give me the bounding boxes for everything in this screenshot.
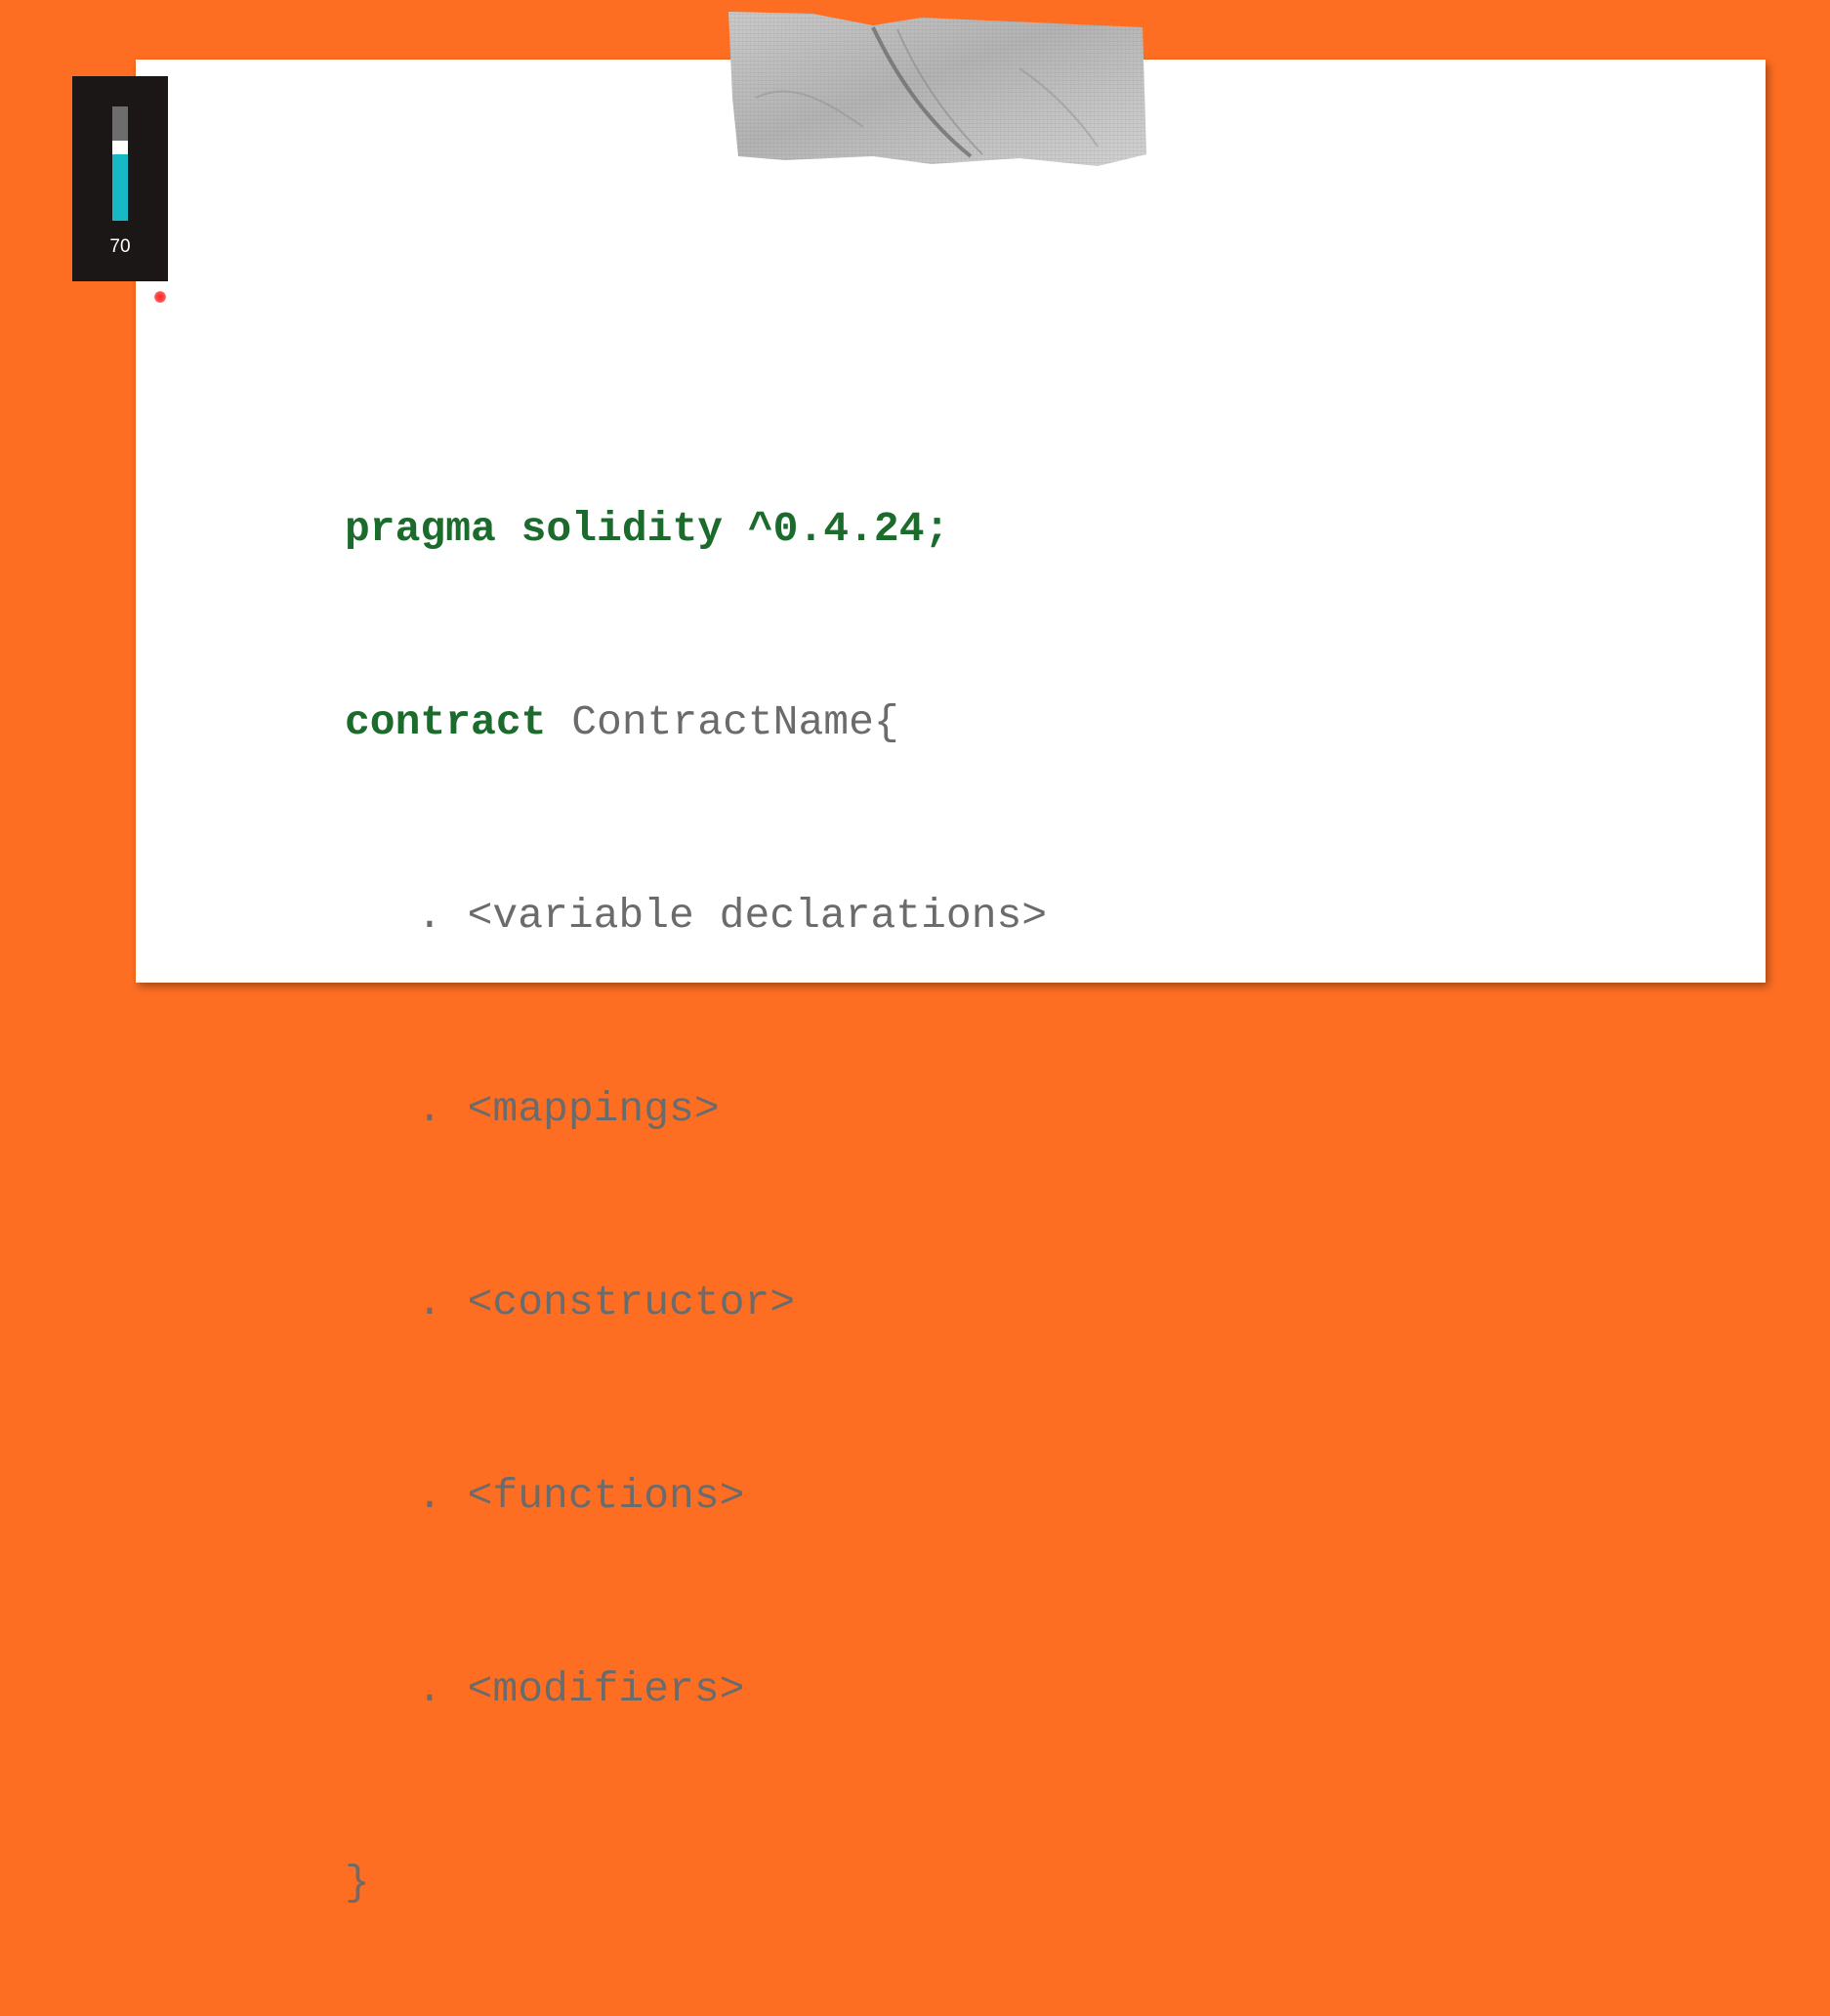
list-item: . <modifiers> (417, 1665, 745, 1713)
contract-keyword: contract (345, 698, 547, 746)
code-block: pragma solidity ^0.4.24; contract Contra… (345, 368, 1047, 2016)
volume-track (112, 106, 128, 221)
volume-thumb (112, 141, 128, 154)
contract-line: contract ContractName{ (345, 691, 1047, 755)
list-item: . <variable declarations> (417, 892, 1048, 940)
volume-value: 70 (109, 236, 131, 257)
pointer-dot (154, 291, 166, 303)
volume-fill (112, 154, 128, 221)
list-item: . <mappings> (417, 1085, 720, 1133)
tape-image (728, 12, 1146, 166)
list-item: . <functions> (417, 1472, 745, 1520)
list-item: . <constructor> (417, 1279, 796, 1326)
volume-indicator: 70 (72, 76, 168, 281)
closing-brace: } (345, 1859, 370, 1907)
slide-paper: pragma solidity ^0.4.24; contract Contra… (136, 60, 1766, 1907)
contract-name: ContractName{ (571, 698, 899, 746)
pragma-line: pragma solidity ^0.4.24; (345, 505, 950, 553)
